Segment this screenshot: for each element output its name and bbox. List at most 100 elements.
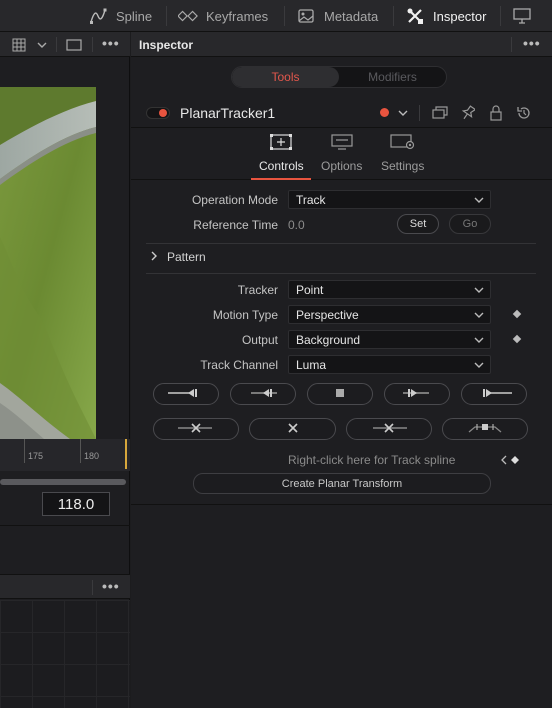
keyframe-nav-icon[interactable] — [501, 454, 521, 468]
tracker-label: Tracker — [237, 283, 278, 297]
toolbar-divider — [284, 6, 285, 26]
pattern-section-label: Pattern — [167, 250, 206, 264]
create-planar-transform-button[interactable]: Create Planar Transform — [193, 473, 491, 494]
spline-toolbar-button[interactable]: Spline — [88, 0, 152, 32]
header-divider — [419, 105, 420, 121]
track-spline-hint[interactable]: Right-click here for Track spline — [288, 453, 455, 467]
chevron-down-icon — [474, 359, 484, 373]
track-channel-label: Track Channel — [200, 358, 278, 372]
grid-view-icon[interactable] — [12, 38, 26, 55]
chevron-right-icon — [150, 250, 158, 264]
tracker-value: Point — [296, 282, 324, 297]
operation-mode-dropdown[interactable]: Track — [288, 190, 491, 209]
track-to-start-icon — [166, 387, 206, 401]
single-viewer-icon[interactable] — [66, 39, 82, 54]
tab-settings[interactable]: Settings — [381, 134, 424, 173]
clear-all-backward-button[interactable] — [153, 418, 239, 440]
toolbar-divider — [500, 6, 501, 26]
clear-icon — [287, 422, 298, 436]
operation-mode-value: Track — [296, 192, 326, 207]
track-to-end-button[interactable] — [461, 383, 527, 405]
grass-scene-image — [0, 87, 96, 439]
lower-panel-grid[interactable] — [0, 600, 130, 708]
tab-options-label: Options — [321, 159, 363, 173]
tools-tab[interactable]: Tools — [232, 67, 339, 87]
time-scrubber[interactable] — [0, 479, 126, 485]
set-reference-button[interactable]: Set — [397, 214, 439, 234]
inspector-header: Inspector ••• — [131, 32, 552, 57]
ruler-label: 180 — [84, 451, 100, 461]
track-channel-value: Luma — [296, 357, 327, 372]
inspector-toolbar-button[interactable]: Inspector — [405, 0, 486, 32]
monitor-toolbar-button[interactable] — [512, 0, 532, 32]
track-forward-button[interactable] — [384, 383, 450, 405]
motion-type-dropdown[interactable]: Perspective — [288, 305, 491, 324]
viewer-divider — [92, 37, 93, 52]
chevron-down-icon — [474, 194, 484, 208]
reference-time-label: Reference Time — [193, 218, 278, 232]
output-keyframe-icon[interactable] — [512, 334, 522, 344]
section-divider — [146, 243, 536, 244]
section-divider — [146, 273, 536, 274]
output-label: Output — [241, 333, 278, 347]
ruler-label: 175 — [28, 451, 44, 461]
spline-icon — [88, 6, 108, 26]
motion-type-label: Motion Type — [212, 308, 278, 322]
tools-modifiers-switch: Tools Modifiers — [231, 66, 447, 88]
modifiers-tab[interactable]: Modifiers — [339, 67, 446, 87]
tab-options[interactable]: Options — [321, 134, 362, 173]
chevron-down-icon[interactable] — [394, 104, 412, 122]
reset-icon[interactable] — [515, 104, 533, 122]
ruler-tick — [24, 439, 25, 463]
tab-settings-label: Settings — [381, 159, 425, 173]
lock-icon[interactable] — [487, 104, 505, 122]
pane-divider — [0, 525, 130, 526]
inspector-label: Inspector — [433, 8, 487, 24]
keyframes-label: Keyframes — [206, 8, 269, 24]
stop-tracking-button[interactable] — [307, 383, 373, 405]
viewer-header: ••• — [0, 32, 130, 57]
go-reference-button[interactable]: Go — [449, 214, 491, 234]
clear-all-button[interactable] — [249, 418, 336, 440]
stop-icon — [335, 387, 345, 401]
output-value: Background — [296, 332, 361, 347]
tracker-dropdown[interactable]: Point — [288, 280, 491, 299]
settings-icon — [390, 134, 416, 153]
track-backward-button[interactable] — [230, 383, 296, 405]
chevron-down-icon[interactable] — [37, 39, 47, 53]
tool-enable-toggle[interactable] — [146, 107, 170, 119]
inspector-options-icon[interactable]: ••• — [523, 35, 541, 51]
controls-icon — [270, 134, 293, 153]
track-to-start-button[interactable] — [153, 383, 219, 405]
inspector-title: Inspector — [139, 38, 194, 52]
motion-type-keyframe-icon[interactable] — [512, 309, 522, 319]
pattern-section-header[interactable]: Pattern — [150, 250, 206, 264]
timeline-ruler[interactable]: 175 180 — [0, 439, 130, 471]
toolbar-divider — [166, 6, 167, 26]
lower-panel-options-icon[interactable]: ••• — [102, 578, 120, 594]
lower-panel-header: ••• — [0, 574, 130, 599]
pin-icon[interactable] — [459, 104, 477, 122]
spline-label: Spline — [116, 8, 153, 24]
chevron-down-icon — [474, 309, 484, 323]
set-keyframe-button[interactable] — [442, 418, 528, 440]
tab-controls[interactable]: Controls — [259, 134, 304, 173]
metadata-toolbar-button[interactable]: Metadata — [296, 0, 378, 32]
keyframe-trim-icon — [465, 422, 505, 437]
viewer-image[interactable] — [0, 87, 96, 439]
viewer-divider — [56, 37, 57, 52]
clear-all-forward-button[interactable] — [346, 418, 432, 440]
track-forward-icon — [397, 387, 437, 401]
track-channel-dropdown[interactable]: Luma — [288, 355, 491, 374]
operation-mode-label: Operation Mode — [191, 193, 278, 207]
toolbar-divider — [393, 6, 394, 26]
output-dropdown[interactable]: Background — [288, 330, 491, 349]
options-icon — [331, 134, 353, 153]
viewer-options-icon[interactable]: ••• — [102, 35, 120, 51]
playhead-marker[interactable] — [125, 439, 127, 469]
tool-color-swatch[interactable] — [380, 108, 389, 117]
version-icon[interactable] — [431, 104, 449, 122]
chevron-down-icon — [474, 334, 484, 348]
keyframes-toolbar-button[interactable]: Keyframes — [178, 0, 268, 32]
current-frame-field[interactable]: 118.0 — [42, 492, 110, 516]
